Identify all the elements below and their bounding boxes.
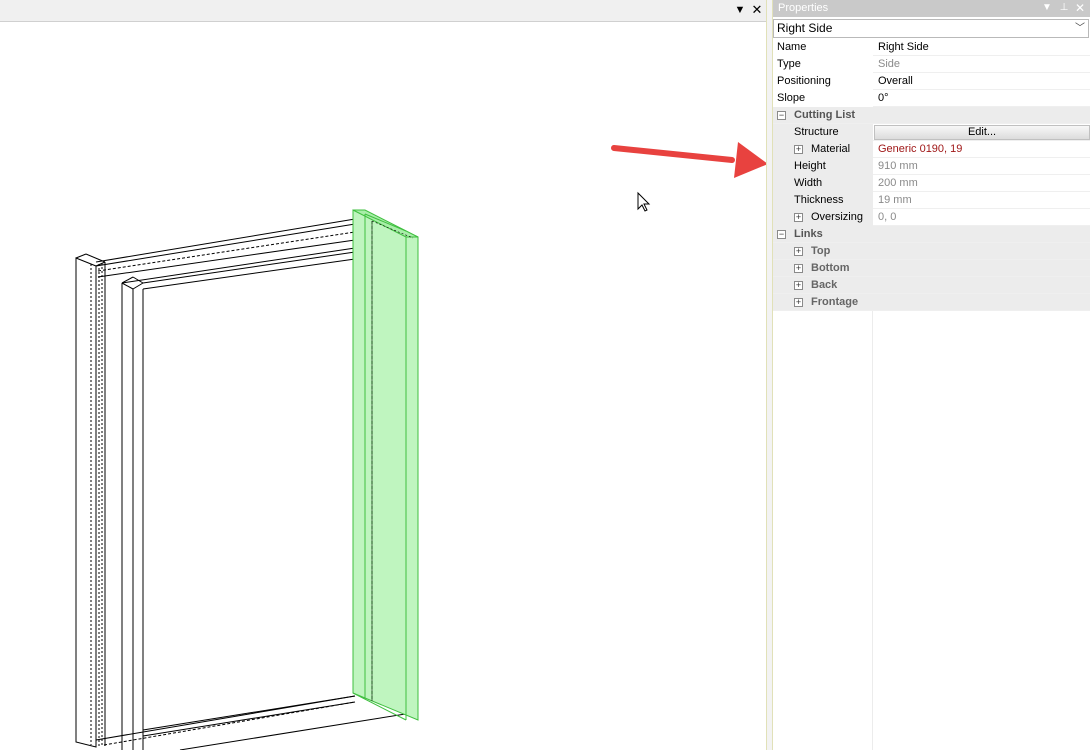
structure-edit-button[interactable]: Edit... <box>874 125 1090 140</box>
property-row-thickness[interactable]: Thickness 19 mm <box>773 192 1090 209</box>
property-value-type: Side <box>878 58 901 70</box>
property-label: Name <box>777 41 807 53</box>
property-row-width[interactable]: Width 200 mm <box>773 175 1090 192</box>
property-value-oversizing: 0, 0 <box>878 211 897 223</box>
property-label: Width <box>794 177 823 189</box>
left-side-panel <box>75 253 106 748</box>
chevron-down-icon[interactable]: ▼ <box>1041 1 1053 15</box>
empty-grid-area <box>773 311 873 750</box>
close-icon[interactable]: ✕ <box>750 3 764 17</box>
link-label: Bottom <box>811 262 850 274</box>
3d-viewport[interactable]: ▼ ✕ <box>0 0 768 750</box>
link-row-bottom[interactable]: + Bottom <box>773 260 1090 277</box>
link-row-top[interactable]: + Top <box>773 243 1090 260</box>
property-label: Positioning <box>777 75 831 87</box>
property-value-thickness: 19 mm <box>878 194 912 206</box>
collapse-icon[interactable]: − <box>777 111 786 120</box>
property-row-material[interactable]: + Material Generic 0190, 19 <box>773 141 1090 158</box>
property-label: Material <box>811 143 851 155</box>
bottom-rail <box>95 695 419 750</box>
expand-icon[interactable]: + <box>794 247 803 256</box>
link-label: Top <box>811 245 831 257</box>
property-value-positioning[interactable]: Overall <box>878 73 913 89</box>
expand-icon[interactable]: + <box>794 145 803 154</box>
viewport-header: ▼ ✕ <box>0 0 766 22</box>
link-row-back[interactable]: + Back <box>773 277 1090 294</box>
property-row-type[interactable]: Type Side <box>773 56 1090 73</box>
property-label: Type <box>777 58 801 70</box>
panel-title: Properties <box>778 2 829 14</box>
category-label: Cutting List <box>794 109 856 121</box>
link-row-frontage[interactable]: + Frontage <box>773 294 1090 311</box>
panel-title-bar: Properties ▼ ⊥ ✕ <box>773 0 1090 17</box>
category-cutting-list[interactable]: − Cutting List <box>773 107 1090 124</box>
property-row-structure[interactable]: Structure Edit... <box>773 124 1090 141</box>
close-icon[interactable]: ✕ <box>1074 1 1086 15</box>
object-selector-value: Right Side <box>777 21 833 35</box>
properties-panel: Properties ▼ ⊥ ✕ Right Side ﹀ Name Right… <box>773 0 1090 750</box>
property-row-slope[interactable]: Slope 0° <box>773 90 1090 107</box>
expand-icon[interactable]: + <box>794 213 803 222</box>
category-links[interactable]: − Links <box>773 226 1090 243</box>
property-row-oversizing[interactable]: + Oversizing 0, 0 <box>773 209 1090 226</box>
property-label: Slope <box>777 92 806 104</box>
collapse-icon[interactable]: − <box>777 230 786 239</box>
cabinet-3d-model[interactable] <box>0 22 766 750</box>
mouse-cursor-icon <box>637 191 651 212</box>
property-row-name[interactable]: Name Right Side <box>773 39 1090 56</box>
property-value-width: 200 mm <box>878 177 918 189</box>
property-value-slope[interactable]: 0° <box>878 90 889 106</box>
property-value-height: 910 mm <box>878 160 918 172</box>
left-front-stile <box>121 276 144 750</box>
property-label: Thickness <box>794 194 844 206</box>
property-value-material[interactable]: Generic 0190, 19 <box>878 141 962 157</box>
category-label: Links <box>794 228 823 240</box>
property-label: Oversizing <box>811 211 863 223</box>
pin-icon[interactable]: ⊥ <box>1058 1 1070 15</box>
property-row-height[interactable]: Height 910 mm <box>773 158 1090 175</box>
right-side-panel-highlighted <box>352 209 419 721</box>
property-grid: Name Right Side Type Side Positioning Ov… <box>773 39 1090 311</box>
expand-icon[interactable]: + <box>794 264 803 273</box>
property-label: Height <box>794 160 826 172</box>
expand-icon[interactable]: + <box>794 281 803 290</box>
property-row-positioning[interactable]: Positioning Overall <box>773 73 1090 90</box>
property-value-name[interactable]: Right Side <box>878 39 929 55</box>
expand-icon[interactable]: + <box>794 298 803 307</box>
chevron-down-icon[interactable]: ▼ <box>733 3 747 17</box>
panel-splitter[interactable] <box>766 0 773 750</box>
link-label: Frontage <box>811 296 859 308</box>
property-label: Structure <box>794 126 839 138</box>
link-label: Back <box>811 279 838 291</box>
object-selector[interactable]: Right Side ﹀ <box>773 19 1089 38</box>
chevron-down-icon: ﹀ <box>1075 23 1085 34</box>
